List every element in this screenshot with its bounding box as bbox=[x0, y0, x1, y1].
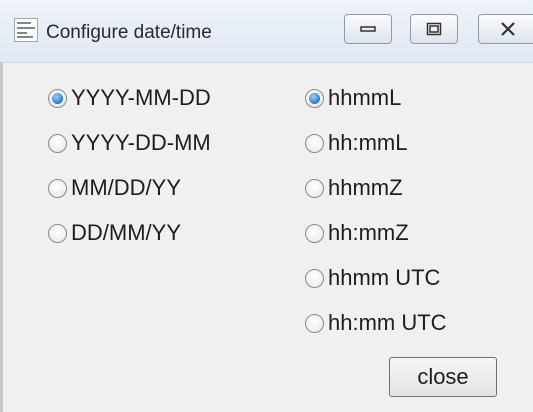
date-format-option[interactable]: DD/MM/YY bbox=[48, 221, 181, 245]
radio-label: YYYY-DD-MM bbox=[71, 130, 211, 155]
minimize-icon bbox=[360, 26, 376, 32]
close-button[interactable]: close bbox=[389, 357, 497, 397]
radio-button[interactable] bbox=[48, 88, 67, 108]
radio-button[interactable] bbox=[305, 88, 324, 108]
radio-label: hhmm UTC bbox=[328, 265, 441, 290]
radio-button[interactable] bbox=[48, 223, 67, 243]
maximize-icon bbox=[426, 22, 442, 36]
maximize-button[interactable] bbox=[410, 14, 458, 44]
radio-button[interactable] bbox=[48, 178, 67, 198]
window-title: Configure date/time bbox=[46, 22, 212, 43]
app-icon bbox=[14, 18, 38, 42]
title-bar[interactable]: Configure date/time bbox=[0, 0, 533, 63]
radio-label: hh:mmL bbox=[328, 130, 408, 155]
radio-button[interactable] bbox=[305, 313, 324, 333]
radio-button[interactable] bbox=[305, 268, 324, 288]
time-format-option[interactable]: hh:mmZ bbox=[305, 221, 409, 245]
time-format-option[interactable]: hhmmL bbox=[305, 86, 401, 110]
radio-label: MM/DD/YY bbox=[71, 175, 181, 200]
time-format-option[interactable]: hhmm UTC bbox=[305, 266, 440, 290]
radio-label: hh:mmZ bbox=[328, 220, 409, 245]
radio-label: hhmmL bbox=[328, 85, 402, 110]
window-close-button[interactable] bbox=[478, 14, 533, 44]
date-format-option[interactable]: MM/DD/YY bbox=[48, 176, 181, 200]
minimize-button[interactable] bbox=[344, 14, 392, 44]
radio-label: hh:mm UTC bbox=[328, 310, 447, 335]
radio-label: hhmmZ bbox=[328, 175, 403, 200]
radio-button[interactable] bbox=[305, 178, 324, 198]
date-format-option[interactable]: YYYY-MM-DD bbox=[48, 86, 211, 110]
time-format-option[interactable]: hhmmZ bbox=[305, 176, 403, 200]
radio-button[interactable] bbox=[48, 133, 67, 153]
radio-label: DD/MM/YY bbox=[71, 220, 181, 245]
radio-button[interactable] bbox=[305, 133, 324, 153]
radio-label: YYYY-MM-DD bbox=[71, 85, 211, 110]
close-x-icon bbox=[501, 22, 515, 36]
date-format-option[interactable]: YYYY-DD-MM bbox=[48, 131, 211, 155]
time-format-option[interactable]: hh:mmL bbox=[305, 131, 407, 155]
time-format-option[interactable]: hh:mm UTC bbox=[305, 311, 447, 335]
window-edge bbox=[0, 62, 3, 412]
radio-button[interactable] bbox=[305, 223, 324, 243]
